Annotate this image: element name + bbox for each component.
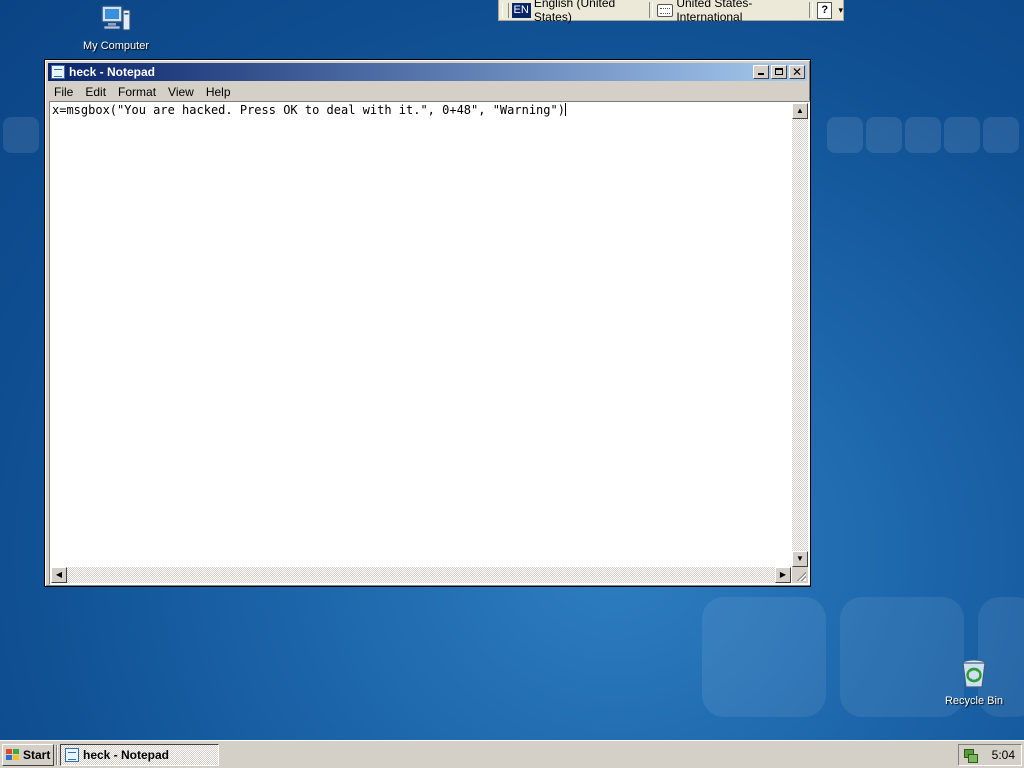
maximize-button[interactable] (771, 65, 787, 79)
menu-bar: File Edit Format View Help (48, 82, 807, 101)
recycle-bin-shortcut[interactable]: Recycle Bin (929, 657, 1019, 707)
scroll-right-button[interactable]: ▶ (775, 567, 791, 583)
taskbar-button-notepad[interactable]: heck - Notepad (60, 744, 219, 766)
keyboard-icon (656, 3, 674, 17)
language-bar-options-icon[interactable]: ▾ (838, 5, 843, 16)
scroll-left-button[interactable]: ◀ (51, 567, 67, 583)
input-language-label[interactable]: English (United States) (534, 0, 645, 24)
desktop-decoration (866, 117, 902, 153)
windows-logo-icon (6, 749, 20, 761)
window-title: heck - Notepad (69, 65, 156, 79)
language-bar-separator (649, 2, 653, 18)
language-bar: EN English (United States) United States… (498, 0, 844, 24)
clock[interactable]: 5:04 (992, 748, 1015, 762)
language-bar-separator (809, 2, 813, 18)
keyboard-layout-label[interactable]: United States-International (676, 0, 805, 24)
taskbar-separator (56, 745, 58, 765)
language-code-badge[interactable]: EN (511, 2, 531, 18)
my-computer-shortcut[interactable]: My Computer (71, 2, 161, 52)
close-button[interactable]: ✕ (789, 65, 805, 79)
recycle-bin-icon (962, 659, 986, 688)
scroll-down-button[interactable]: ▼ (792, 551, 808, 567)
text-area[interactable]: x=msgbox("You are hacked. Press OK to de… (51, 103, 792, 567)
desktop-decoration (827, 117, 863, 153)
scroll-up-button[interactable]: ▲ (792, 103, 808, 119)
title-bar[interactable]: heck - Notepad ✕ (48, 63, 807, 81)
desktop-decoration (702, 597, 826, 717)
taskbar: Start heck - Notepad 5:04 (0, 740, 1024, 768)
recycle-bin-label: Recycle Bin (944, 695, 1004, 707)
text-editor[interactable]: x=msgbox("You are hacked. Press OK to de… (49, 101, 810, 585)
language-bar-grip[interactable] (502, 2, 509, 18)
taskbar-button-label: heck - Notepad (83, 748, 170, 762)
menu-help[interactable]: Help (200, 85, 237, 99)
system-tray: 5:04 (958, 744, 1022, 766)
vertical-scrollbar[interactable]: ▲ ▼ (792, 103, 808, 567)
computer-icon (101, 5, 131, 31)
desktop-decoration (3, 117, 39, 153)
menu-file[interactable]: File (48, 85, 79, 99)
menu-view[interactable]: View (162, 85, 200, 99)
desktop-decoration (905, 117, 941, 153)
network-icon[interactable] (963, 748, 978, 763)
menu-edit[interactable]: Edit (79, 85, 112, 99)
start-label: Start (23, 748, 51, 762)
document-text: x=msgbox("You are hacked. Press OK to de… (52, 103, 565, 117)
notepad-window: heck - Notepad ✕ File Edit Format View H… (44, 59, 811, 587)
my-computer-label: My Computer (82, 40, 150, 52)
text-caret (564, 103, 566, 116)
help-icon[interactable]: ? (816, 1, 833, 19)
minimize-button[interactable] (753, 65, 769, 79)
desktop-decoration (944, 117, 980, 153)
desktop-decoration (983, 117, 1019, 153)
menu-format[interactable]: Format (112, 85, 162, 99)
start-button[interactable]: Start (2, 744, 54, 766)
notepad-icon (65, 748, 79, 762)
horizontal-scrollbar[interactable]: ◀ ▶ (51, 567, 791, 583)
resize-grip[interactable] (792, 567, 808, 583)
notepad-icon[interactable] (51, 65, 65, 79)
